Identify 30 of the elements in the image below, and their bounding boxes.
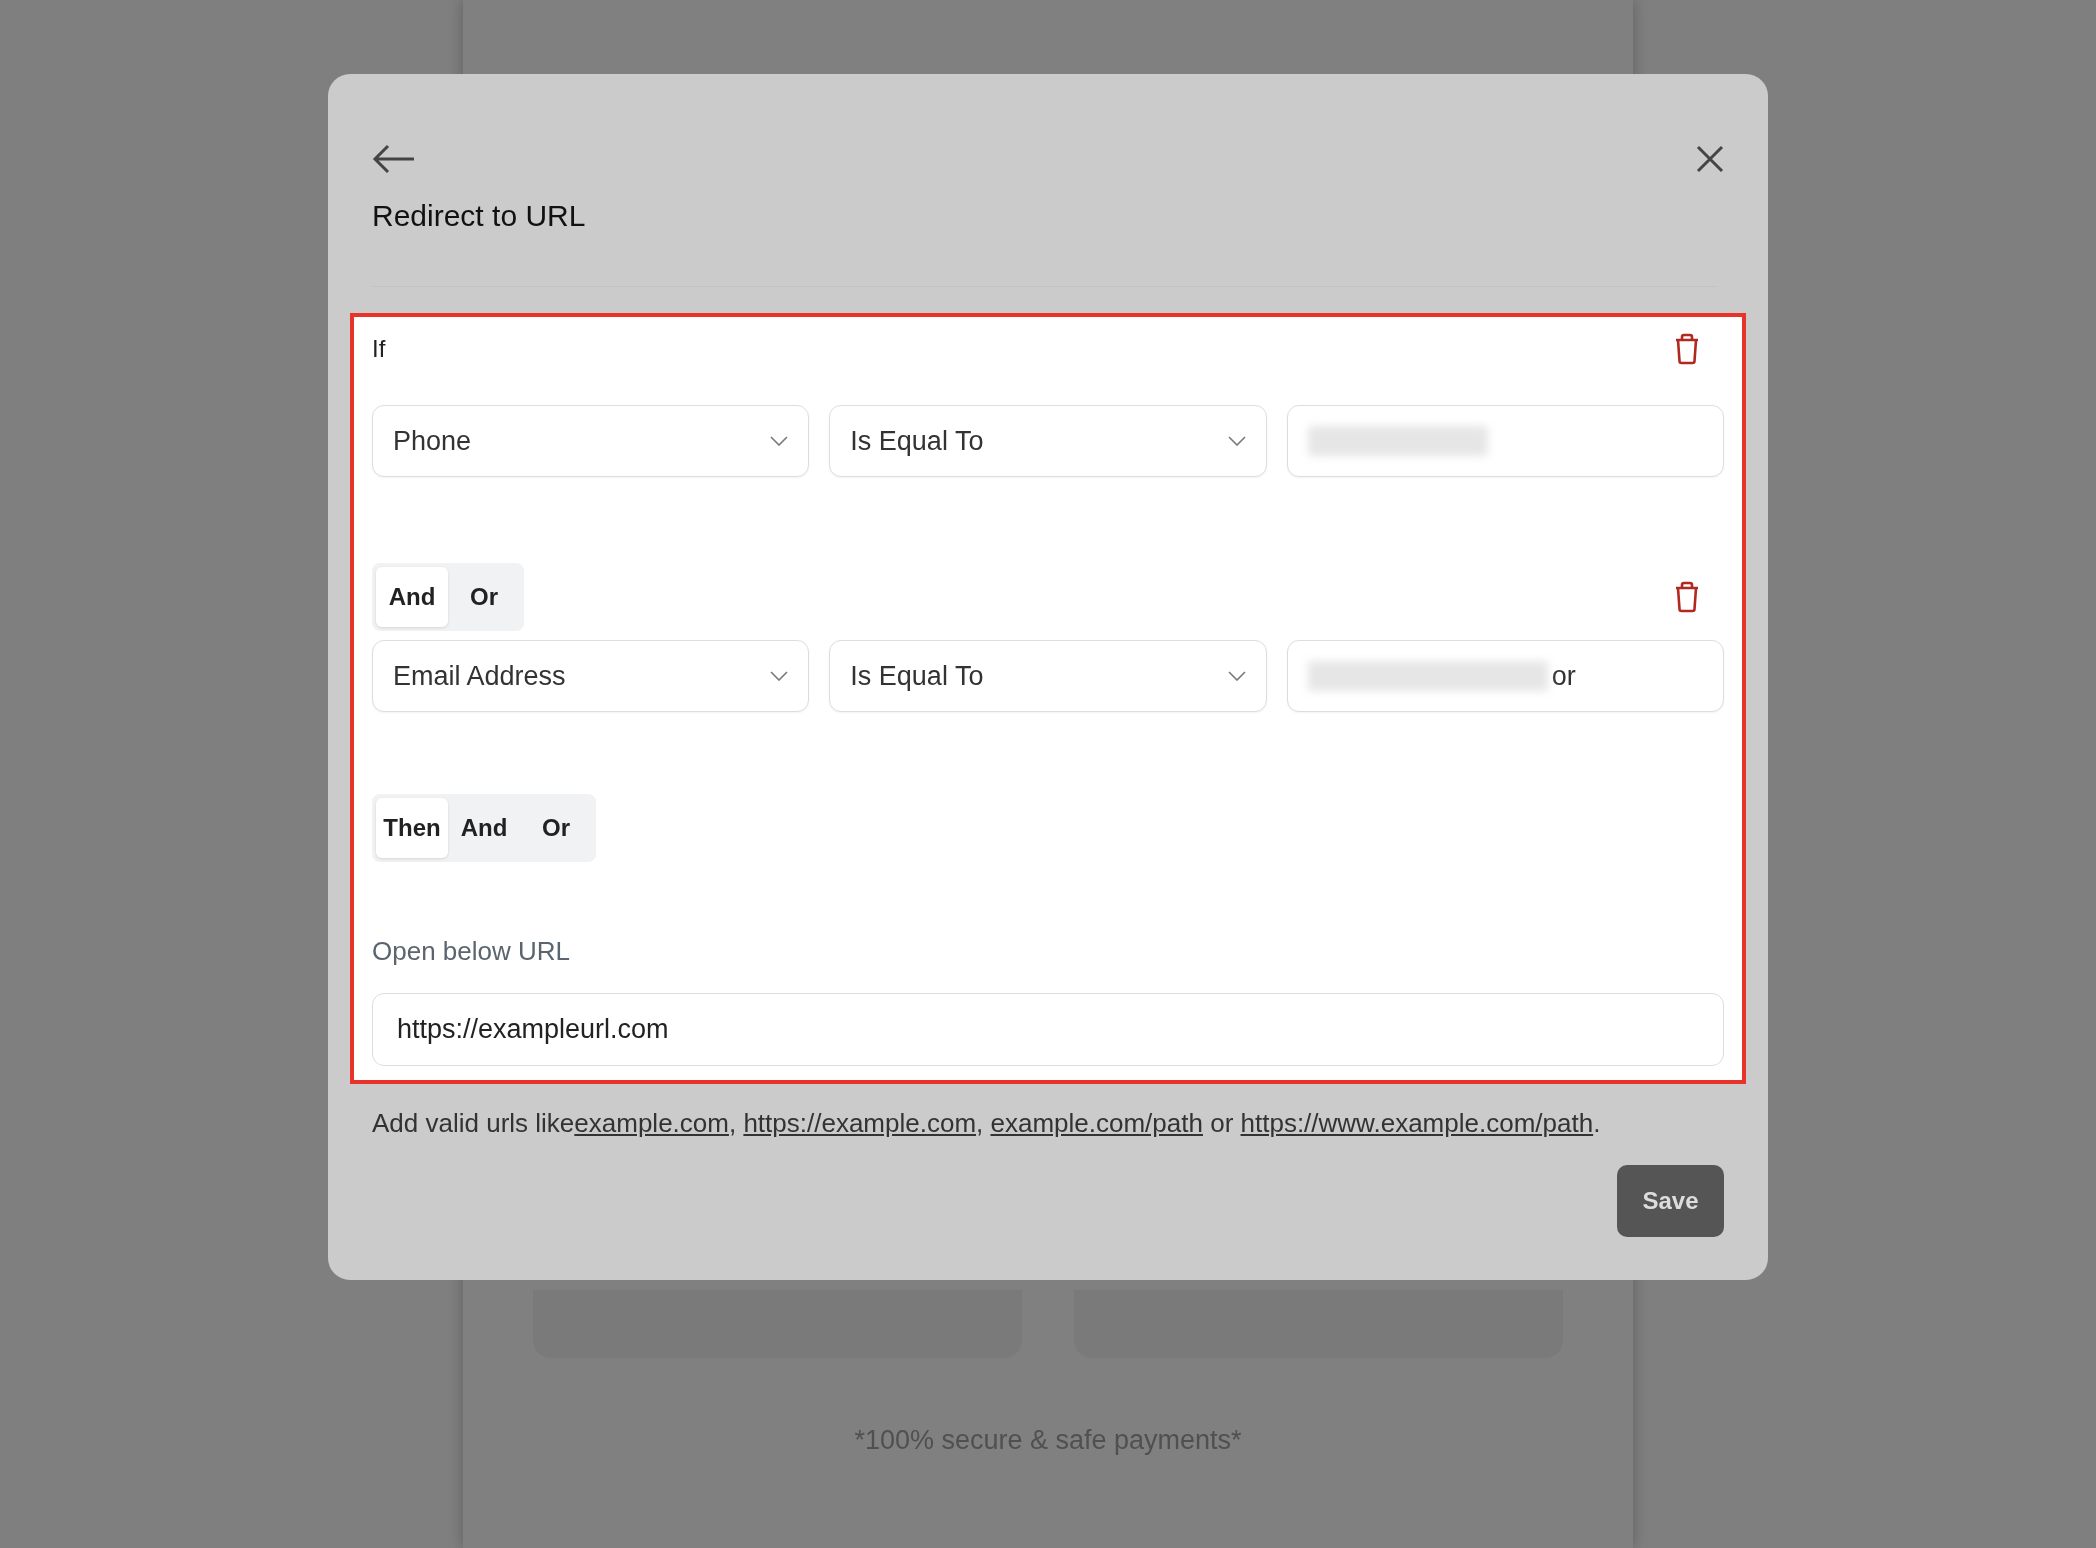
chevron-down-icon — [770, 436, 789, 446]
url-field[interactable]: https://exampleurl.com — [372, 993, 1724, 1066]
url-example-link[interactable]: example.com — [574, 1108, 729, 1138]
chevron-down-icon — [1227, 436, 1246, 446]
url-example-link[interactable]: https://example.com — [743, 1108, 977, 1138]
helper-text: Add valid urls likeexample.com, https://example.com, example.com/path or https://www.example.com/path. — [371, 1107, 1602, 1140]
field-select[interactable]: Phone — [372, 405, 810, 477]
if-label: If — [372, 334, 386, 364]
chevron-down-icon — [770, 671, 789, 681]
trash-icon[interactable] — [1674, 333, 1700, 365]
url-example-link[interactable]: https://www.example.com/path — [1240, 1108, 1594, 1138]
url-example-link[interactable]: example.com/path — [990, 1108, 1203, 1138]
value-text: or — [1551, 659, 1576, 693]
back-arrow-icon[interactable] — [372, 144, 416, 174]
url-label: Open below URL — [372, 935, 571, 968]
segment-tab[interactable]: Then — [376, 798, 448, 858]
field-select[interactable]: Email Address — [372, 640, 810, 712]
chevron-down-icon — [1227, 671, 1246, 681]
value-field[interactable] — [1286, 405, 1724, 477]
save-button[interactable]: Save — [1617, 1165, 1724, 1237]
dialog-title: Redirect to URL — [372, 198, 587, 234]
close-icon[interactable] — [1696, 145, 1724, 173]
segment-tab[interactable]: Or — [520, 798, 592, 858]
segment-tab[interactable]: Or — [448, 567, 520, 627]
value-field[interactable]: or — [1286, 640, 1724, 712]
operator-select[interactable]: Is Equal To — [829, 640, 1267, 712]
segment-tab[interactable]: And — [376, 567, 448, 627]
segment-tab[interactable]: And — [448, 798, 520, 858]
operator-select[interactable]: Is Equal To — [829, 405, 1267, 477]
trash-icon[interactable] — [1674, 581, 1700, 613]
